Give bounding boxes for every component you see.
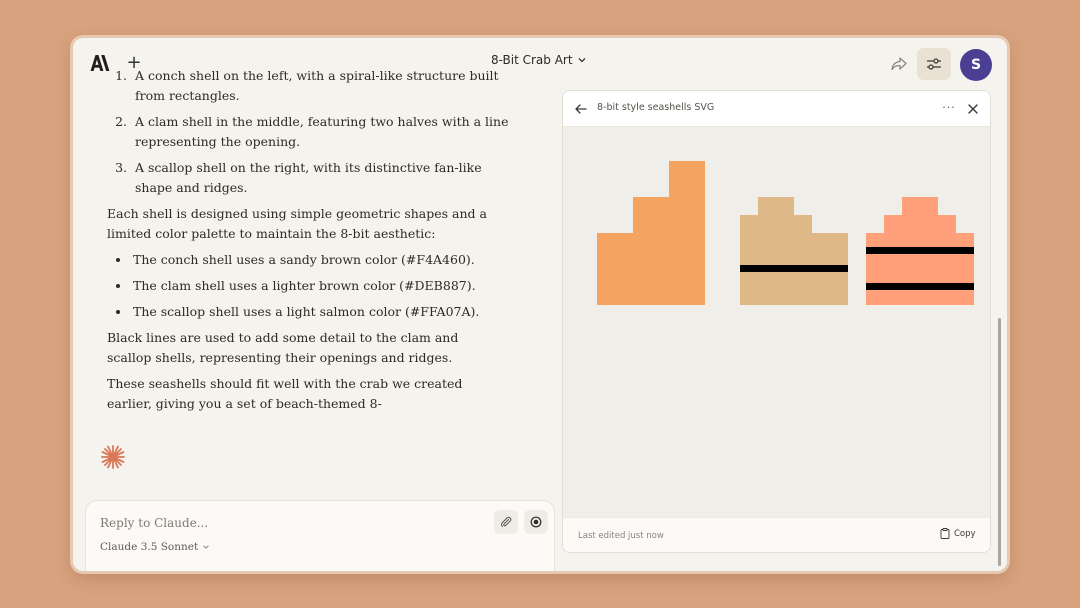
artifact-panel: 8-bit style seashells SVG ··· Last edite…	[562, 90, 991, 553]
back-arrow-icon[interactable]	[573, 101, 589, 117]
copy-button[interactable]: Copy	[940, 528, 976, 539]
scallop-shell-line	[866, 247, 974, 254]
clipboard-icon	[940, 528, 950, 539]
model-selector[interactable]: Claude 3.5 Sonnet	[100, 541, 210, 553]
attach-button[interactable]	[494, 510, 518, 534]
artifact-footer: Last edited just now Copy	[563, 517, 990, 552]
conch-shell-middle	[633, 197, 705, 233]
sliders-icon	[927, 58, 941, 70]
chevron-down-icon	[203, 545, 209, 549]
scallop-shell-body	[866, 233, 974, 305]
artifact-header: 8-bit style seashells SVG ···	[563, 91, 990, 127]
clam-shell-top	[758, 197, 794, 215]
list-item: A conch shell on the left, with a spiral…	[131, 66, 515, 106]
list-item: The conch shell uses a sandy brown color…	[131, 250, 515, 270]
user-avatar[interactable]: S	[960, 49, 992, 81]
list-item: The scallop shell uses a light salmon co…	[131, 302, 515, 322]
scrollbar[interactable]	[998, 318, 1001, 566]
clam-shell-line	[740, 265, 848, 272]
claude-spark-icon	[101, 445, 125, 469]
chat-message: A conch shell on the left, with a spiral…	[95, 66, 515, 486]
reply-input[interactable]	[100, 513, 480, 533]
record-button[interactable]	[524, 510, 548, 534]
seashells-artwork	[597, 161, 974, 305]
close-icon[interactable]	[965, 101, 981, 117]
shells-list: A conch shell on the left, with a spiral…	[131, 66, 515, 198]
artifact-canvas	[563, 127, 990, 517]
chevron-down-icon	[578, 58, 586, 63]
last-edited-label: Last edited just now	[578, 531, 664, 541]
artifact-title: 8-bit style seashells SVG	[597, 102, 715, 113]
scallop-shell-line	[866, 283, 974, 290]
scallop-shell-upper	[884, 215, 956, 233]
conch-shell	[597, 233, 705, 305]
record-icon	[530, 516, 542, 528]
conversation-title: 8-Bit Crab Art	[491, 53, 573, 67]
app-window: + 8-Bit Crab Art S A conch shell on the …	[73, 38, 1007, 571]
model-name: Claude 3.5 Sonnet	[100, 541, 199, 553]
paragraph-lines: Black lines are used to add some detail …	[107, 330, 459, 365]
settings-sliders-button[interactable]	[917, 48, 951, 80]
more-options-icon[interactable]: ···	[941, 99, 957, 117]
list-item: The clam shell uses a lighter brown colo…	[131, 276, 515, 296]
paragraph-design: Each shell is designed using simple geom…	[107, 206, 487, 241]
scallop-shell-top	[902, 197, 938, 215]
list-item: A clam shell in the middle, featuring tw…	[131, 112, 515, 152]
paragraph-fit: These seashells should fit well with the…	[107, 376, 463, 411]
share-icon[interactable]	[889, 54, 909, 74]
list-item: A scallop shell on the right, with its d…	[131, 158, 515, 198]
paperclip-icon	[501, 516, 512, 527]
copy-label: Copy	[954, 528, 976, 539]
reply-box: Claude 3.5 Sonnet	[85, 500, 555, 571]
colors-list: The conch shell uses a sandy brown color…	[131, 250, 515, 322]
conch-shell-top	[669, 161, 705, 197]
clam-shell-upper	[740, 215, 812, 233]
